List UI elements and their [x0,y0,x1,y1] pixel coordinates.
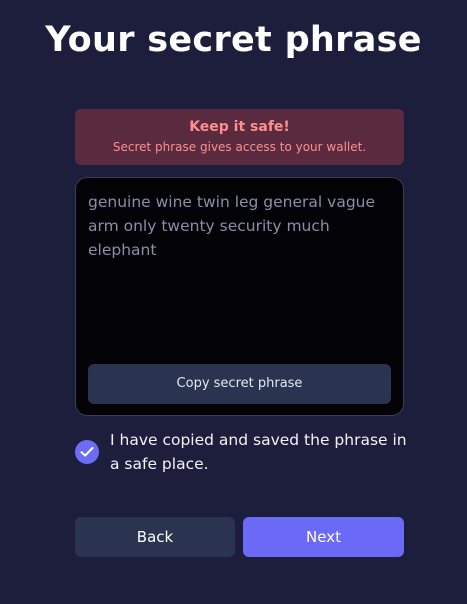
warning-banner: Keep it safe! Secret phrase gives access… [75,109,404,165]
checkmark-icon [80,447,94,457]
page-title: Your secret phrase [45,20,422,60]
copy-secret-phrase-button[interactable]: Copy secret phrase [88,364,391,404]
back-button[interactable]: Back [75,517,235,557]
warning-text: Secret phrase gives access to your walle… [112,140,367,154]
next-button[interactable]: Next [243,517,404,557]
confirm-checkbox[interactable] [75,440,99,464]
confirm-saved-row[interactable]: I have copied and saved the phrase in a … [75,428,407,478]
confirm-label[interactable]: I have copied and saved the phrase in a … [110,428,410,476]
secret-phrase-box: genuine wine twin leg general vague arm … [75,177,404,416]
warning-title: Keep it safe! [189,119,290,135]
secret-phrase-text: genuine wine twin leg general vague arm … [88,193,376,259]
secret-phrase-screen: Your secret phrase Keep it safe! Secret … [0,0,467,604]
